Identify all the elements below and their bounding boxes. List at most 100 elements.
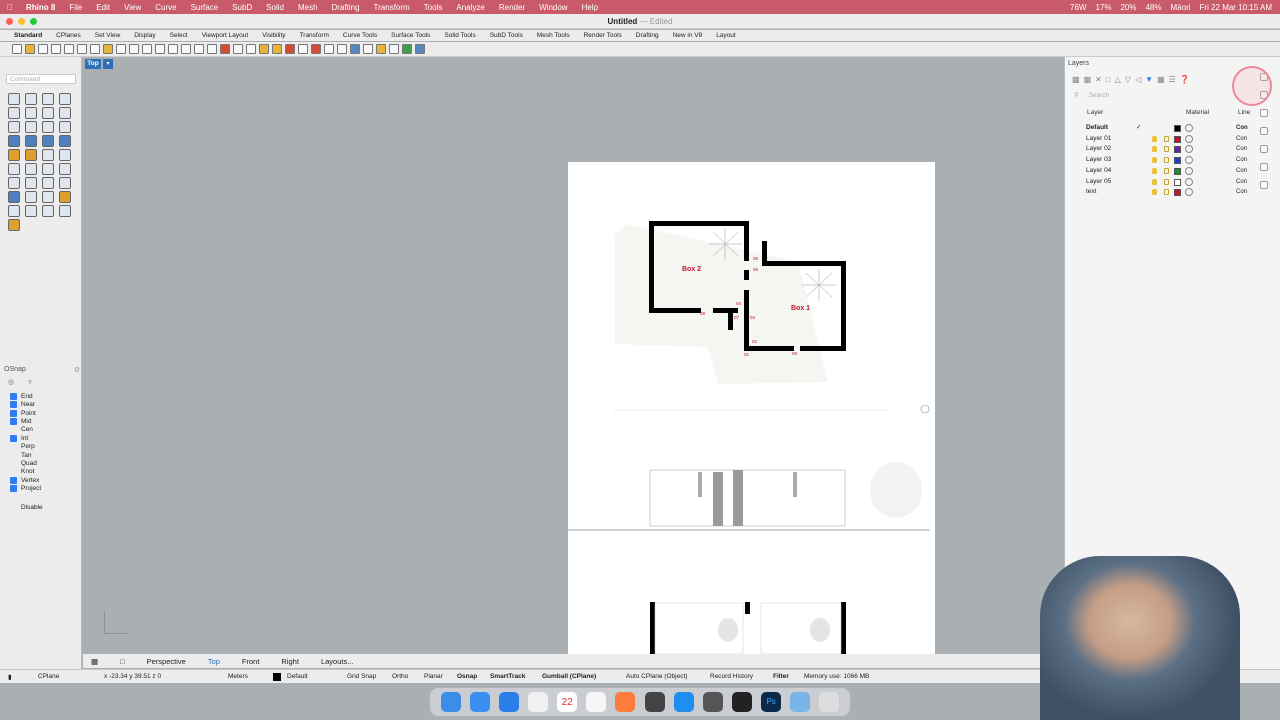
layer-row[interactable]: Layer 01 Con: [1070, 134, 1255, 145]
render-icon[interactable]: [337, 44, 347, 54]
menu-tools[interactable]: Tools: [424, 3, 443, 12]
tools-icon[interactable]: ▦: [1157, 75, 1165, 84]
viewport-label[interactable]: Top: [85, 59, 101, 69]
rotate-view-icon[interactable]: [142, 44, 152, 54]
osnap-perp[interactable]: Perp: [10, 442, 80, 451]
input-source[interactable]: Māori: [1171, 3, 1191, 12]
zoom-icon[interactable]: [155, 44, 165, 54]
layer-linetype[interactable]: Con: [1236, 144, 1247, 155]
material-circle-icon[interactable]: [1185, 188, 1193, 197]
checkbox-icon[interactable]: [10, 485, 17, 493]
layer-color-swatch[interactable]: [1174, 189, 1181, 197]
ortho-toggle[interactable]: Ortho: [392, 673, 408, 680]
checkbox-icon[interactable]: [10, 443, 17, 450]
viewport-menu-chevron-icon[interactable]: ▾: [103, 59, 113, 69]
layer-color-swatch[interactable]: [1174, 167, 1181, 175]
tab-front[interactable]: Front: [242, 657, 260, 666]
layer-row[interactable]: text Con: [1070, 187, 1255, 198]
lightbulb-icon[interactable]: [1152, 135, 1157, 142]
material-tab-icon[interactable]: [1260, 181, 1268, 189]
calendar-icon[interactable]: 22: [557, 692, 578, 712]
lightbulb-icon[interactable]: [1152, 178, 1157, 185]
paint-icon[interactable]: [8, 219, 20, 231]
layer-search[interactable]: ⚲ Search: [1074, 91, 1246, 101]
extrude-icon[interactable]: [8, 149, 20, 161]
print-icon[interactable]: [51, 44, 61, 54]
units-readout[interactable]: Meters: [228, 673, 248, 680]
tab-mesh-tools[interactable]: Mesh Tools: [537, 32, 570, 39]
lock-icon[interactable]: [1164, 157, 1169, 164]
tab-drafting[interactable]: Drafting: [636, 32, 659, 39]
menu-app[interactable]: Rhino 8: [26, 3, 55, 12]
layer-color-swatch[interactable]: [1174, 135, 1181, 143]
drawing-canvas[interactable]: Box 2 Box 1 05 06 04 07 03 02 01 08 09: [568, 162, 935, 655]
named-views-tab-icon[interactable]: [1260, 163, 1268, 171]
checkbox-icon[interactable]: [10, 504, 17, 511]
target-icon[interactable]: ◎: [8, 378, 14, 386]
safari-icon[interactable]: [498, 692, 519, 712]
grid-icon[interactable]: [233, 44, 243, 54]
record-history-toggle[interactable]: Record History: [710, 673, 753, 680]
tab-right[interactable]: Right: [281, 657, 299, 666]
osnap-vertex[interactable]: Vertex: [10, 476, 80, 485]
tab-standard[interactable]: Standard: [14, 32, 42, 39]
layer-row[interactable]: Layer 03 Con: [1070, 155, 1255, 166]
boolean-icon[interactable]: [8, 191, 20, 203]
explode-icon[interactable]: [59, 163, 71, 175]
lock-icon[interactable]: [1164, 189, 1169, 196]
paste-icon[interactable]: [103, 44, 113, 54]
check-icon[interactable]: [25, 205, 37, 217]
material-circle-icon[interactable]: [1185, 166, 1193, 175]
layer-row[interactable]: Layer 02 Con: [1070, 144, 1255, 155]
render-sphere-icon[interactable]: [350, 44, 360, 54]
tab-select[interactable]: Select: [170, 32, 188, 39]
menu-help[interactable]: Help: [582, 3, 598, 12]
menu-window[interactable]: Window: [539, 3, 567, 12]
command-input[interactable]: Command: [6, 74, 76, 84]
layer-color-swatch[interactable]: [1174, 178, 1181, 186]
checkbox-icon[interactable]: [10, 434, 17, 442]
polygon-icon[interactable]: [59, 107, 71, 119]
zoom-window-icon[interactable]: [168, 44, 178, 54]
layer-linetype[interactable]: Con: [1236, 177, 1247, 188]
osnap-disable[interactable]: Disable: [10, 503, 80, 512]
move-to-parent-icon[interactable]: ◁: [1135, 75, 1141, 84]
tab-new-in-v8[interactable]: New in V8: [673, 32, 703, 39]
gumball-icon[interactable]: [59, 191, 71, 203]
open-file-icon[interactable]: [25, 44, 35, 54]
text-icon[interactable]: [8, 177, 20, 189]
lock-icon[interactable]: [1164, 135, 1169, 142]
tab-cplanes[interactable]: CPlanes: [56, 32, 81, 39]
finder-icon[interactable]: [440, 692, 461, 712]
tab-layouts[interactable]: Layouts...: [321, 657, 354, 666]
menu-file[interactable]: File: [69, 3, 82, 12]
tab-surface-tools[interactable]: Surface Tools: [391, 32, 430, 39]
osnap-quad[interactable]: Quad: [10, 459, 80, 468]
gumball-toggle[interactable]: Gumball (CPlane): [542, 673, 596, 680]
layer-name[interactable]: Layer 01: [1086, 134, 1111, 145]
lightbulb-icon[interactable]: [1152, 167, 1157, 174]
tab-curve-tools[interactable]: Curve Tools: [343, 32, 377, 39]
menu-surface[interactable]: Surface: [191, 3, 219, 12]
sweep-icon[interactable]: [42, 149, 54, 161]
help-icon[interactable]: ❓: [1180, 75, 1190, 84]
osnap-toggle[interactable]: Osnap: [457, 673, 477, 680]
new-sublayer-icon[interactable]: ▩: [1084, 75, 1092, 84]
checkbox-icon[interactable]: [10, 452, 17, 459]
current-layer[interactable]: Default: [287, 673, 308, 680]
checkbox-icon[interactable]: [10, 468, 17, 475]
trash-icon[interactable]: [819, 692, 840, 712]
checkbox-icon[interactable]: [10, 476, 17, 484]
layer-linetype[interactable]: Con: [1236, 123, 1248, 134]
osnap-project[interactable]: Project: [10, 484, 80, 493]
lightbulb-icon[interactable]: [1152, 146, 1157, 153]
app-store-icon[interactable]: [673, 692, 694, 712]
shaded-sphere-icon[interactable]: [324, 44, 334, 54]
save-icon[interactable]: [38, 44, 48, 54]
point-icon[interactable]: [25, 93, 37, 105]
settings-icon[interactable]: [702, 692, 723, 712]
grid-snap-toggle[interactable]: Grid Snap: [347, 673, 376, 680]
tab-subd-tools[interactable]: SubD Tools: [490, 32, 523, 39]
menu-icon[interactable]: ☰: [1169, 75, 1176, 84]
grid-layout-icon[interactable]: ▦: [91, 657, 98, 666]
